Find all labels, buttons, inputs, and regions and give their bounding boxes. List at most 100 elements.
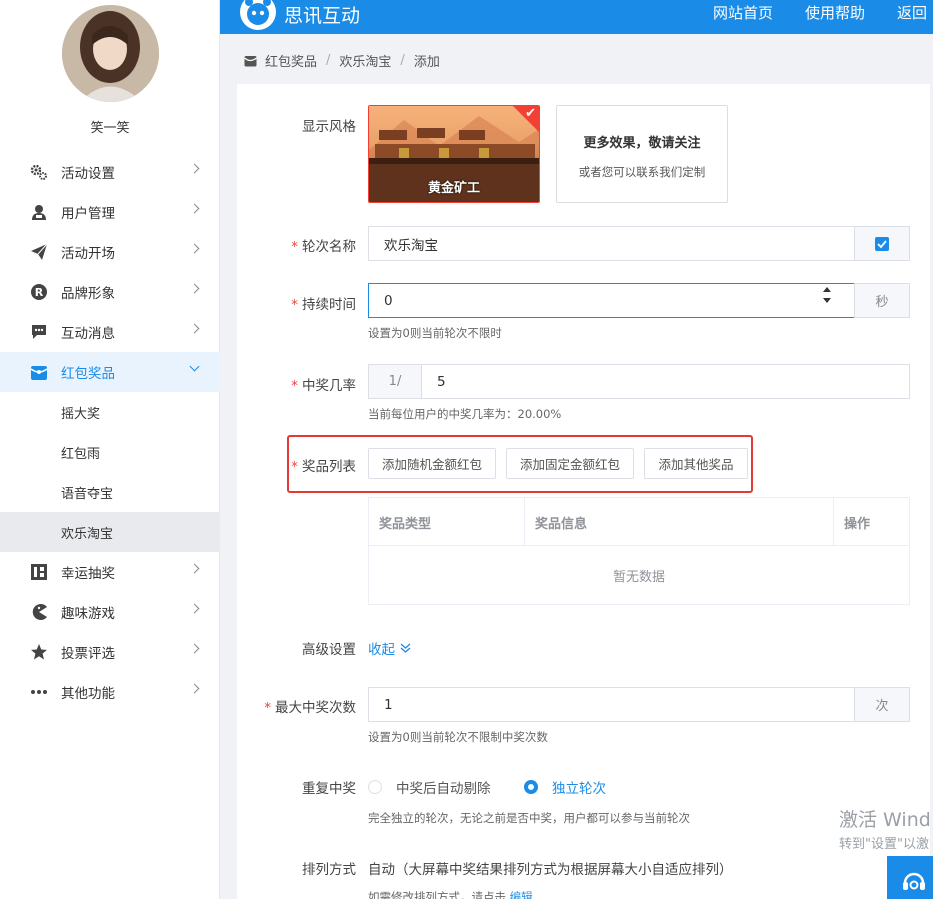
sidebar: 笑一笑 活动设置 用户管理 活动开场 R 品牌形象 互动消息 红包奖品 摇大奖 …: [0, 0, 220, 899]
advanced-toggle-label: 收起: [368, 642, 395, 658]
win-rate-prefix: 1/: [368, 364, 422, 399]
table-header-cell: 操作: [833, 498, 909, 546]
more-styles-title: 更多效果，敬请关注: [583, 136, 701, 151]
sidebar-item-label: 其他功能: [61, 686, 115, 702]
submenu-item-redpacket-rain[interactable]: 红包雨: [0, 432, 220, 472]
sidebar-item-user-management[interactable]: 用户管理: [0, 192, 220, 232]
sort-hint: 如需修改排列方式，请点击 编辑: [368, 889, 533, 899]
username: 笑一笑: [90, 121, 130, 136]
chevron-right-icon: [189, 683, 200, 694]
table-header: 奖品类型 奖品信息 操作: [369, 498, 909, 546]
lottery-icon: [30, 563, 48, 581]
submenu-item-shake[interactable]: 摇大奖: [0, 392, 220, 432]
sidebar-item-lottery[interactable]: 幸运抽奖: [0, 552, 220, 592]
chat-icon: [30, 323, 48, 341]
sidebar-item-label: 用户管理: [61, 206, 115, 222]
duration-hint: 设置为0则当前轮次不限时: [368, 326, 502, 340]
win-rate-hint: 当前每位用户的中奖几率为：20.00%: [368, 407, 562, 421]
sort-edit-link[interactable]: 编辑: [510, 890, 533, 899]
more-styles-card[interactable]: 更多效果，敬请关注 或者您可以联系我们定制: [556, 105, 728, 203]
radio-circle: [368, 780, 382, 794]
paper-plane-icon: [30, 243, 48, 261]
gears-icon: [30, 163, 48, 181]
submenu-item-voice-treasure[interactable]: 语音夺宝: [0, 472, 220, 512]
checkbox-checked-icon[interactable]: [875, 236, 889, 251]
breadcrumb-separator: /: [326, 53, 331, 68]
breadcrumb: 红包奖品 / 欢乐淘宝 / 添加: [244, 51, 440, 70]
style-option-gold-miner[interactable]: 黄金矿工 ✔: [368, 105, 540, 203]
more-styles-subtitle: 或者您可以联系我们定制: [578, 165, 706, 179]
star-icon: [30, 643, 48, 661]
sidebar-item-redpacket[interactable]: 红包奖品: [0, 352, 220, 392]
nav-back-link[interactable]: 返回: [897, 2, 927, 23]
nav-help-link[interactable]: 使用帮助: [805, 2, 865, 23]
sort-label: 排列方式: [302, 862, 356, 878]
chevron-right-icon: [189, 163, 200, 174]
logo-icon: [240, 0, 276, 30]
sidebar-item-label: 活动设置: [61, 166, 115, 182]
chevron-right-icon: [189, 563, 200, 574]
max-win-input[interactable]: 1: [368, 687, 855, 722]
top-bar: 思讯互动 网站首页 使用帮助 返回: [220, 0, 933, 34]
radio-independent[interactable]: 独立轮次: [524, 777, 606, 797]
sidebar-item-games[interactable]: 趣味游戏: [0, 592, 220, 632]
round-name-checkbox-addon: [854, 226, 910, 261]
chevron-right-icon: [189, 643, 200, 654]
sidebar-item-label: 活动开场: [61, 246, 115, 262]
advanced-toggle[interactable]: 收起: [368, 638, 411, 658]
caret-up-icon[interactable]: [823, 287, 831, 292]
table-header-cell: 奖品信息: [524, 498, 833, 546]
sidebar-item-label: 趣味游戏: [61, 606, 115, 622]
sidebar-item-brand[interactable]: R 品牌形象: [0, 272, 220, 312]
max-win-hint: 设置为0则当前轮次不限制中奖次数: [368, 730, 548, 744]
repeat-win-hint: 完全独立的轮次，无论之前是否中奖，用户都可以参与当前轮次: [368, 811, 690, 825]
sidebar-item-label: 幸运抽奖: [61, 566, 115, 582]
avatar[interactable]: [62, 5, 159, 102]
chevron-right-icon: [189, 283, 200, 294]
sidebar-item-label: 品牌形象: [61, 286, 115, 302]
breadcrumb-item[interactable]: 欢乐淘宝: [339, 51, 391, 70]
pacman-icon: [30, 603, 48, 621]
sort-value: 自动（大屏幕中奖结果排列方式为根据屏幕大小自适应排列）: [368, 862, 733, 878]
radio-auto-remove[interactable]: 中奖后自动剔除: [368, 777, 491, 797]
more-icon: [30, 683, 48, 701]
activation-watermark-title: 激活 Wind: [839, 809, 931, 831]
max-win-label: * 最大中奖次数: [264, 700, 356, 716]
sidebar-item-label: 红包奖品: [61, 366, 115, 382]
user-icon: [30, 203, 48, 221]
round-name-input[interactable]: 欢乐淘宝: [368, 226, 855, 261]
radio-circle: [524, 780, 538, 794]
submenu-item-happy-taobao[interactable]: 欢乐淘宝: [0, 512, 220, 552]
brand-name: 思讯互动: [284, 5, 361, 27]
highlight-box: [287, 435, 753, 493]
breadcrumb-separator: /: [400, 53, 405, 68]
sidebar-item-vote[interactable]: 投票评选: [0, 632, 220, 672]
gift-box-icon: [30, 363, 48, 381]
number-stepper[interactable]: [823, 287, 831, 303]
caret-down-icon[interactable]: [823, 298, 831, 303]
chevron-right-icon: [189, 203, 200, 214]
max-win-unit: 次: [854, 687, 910, 722]
sidebar-item-activity-settings[interactable]: 活动设置: [0, 152, 220, 192]
advanced-label: 高级设置: [302, 642, 356, 658]
registered-icon: R: [30, 283, 48, 301]
breadcrumb-item[interactable]: 红包奖品: [265, 51, 317, 70]
sidebar-item-other[interactable]: 其他功能: [0, 672, 220, 712]
sidebar-item-messages[interactable]: 互动消息: [0, 312, 220, 352]
duration-input[interactable]: 0: [368, 283, 855, 318]
sidebar-item-opening[interactable]: 活动开场: [0, 232, 220, 272]
customer-service-button[interactable]: [887, 856, 933, 899]
style-option-caption: 黄金矿工: [427, 181, 480, 196]
breadcrumb-item: 添加: [413, 55, 440, 70]
nav-home-link[interactable]: 网站首页: [713, 2, 773, 23]
table-header-cell: 奖品类型: [379, 516, 432, 532]
svg-text:R: R: [35, 286, 44, 299]
chevron-double-down-icon: [400, 643, 411, 653]
win-rate-input[interactable]: 5: [421, 364, 910, 399]
style-label: 显示风格: [302, 119, 356, 135]
radio-label: 中奖后自动剔除: [396, 781, 491, 797]
repeat-win-label: 重复中奖: [302, 781, 356, 797]
duration-label: * 持续时间: [291, 297, 356, 313]
gift-box-icon: [244, 54, 257, 67]
sidebar-item-label: 互动消息: [61, 326, 115, 342]
